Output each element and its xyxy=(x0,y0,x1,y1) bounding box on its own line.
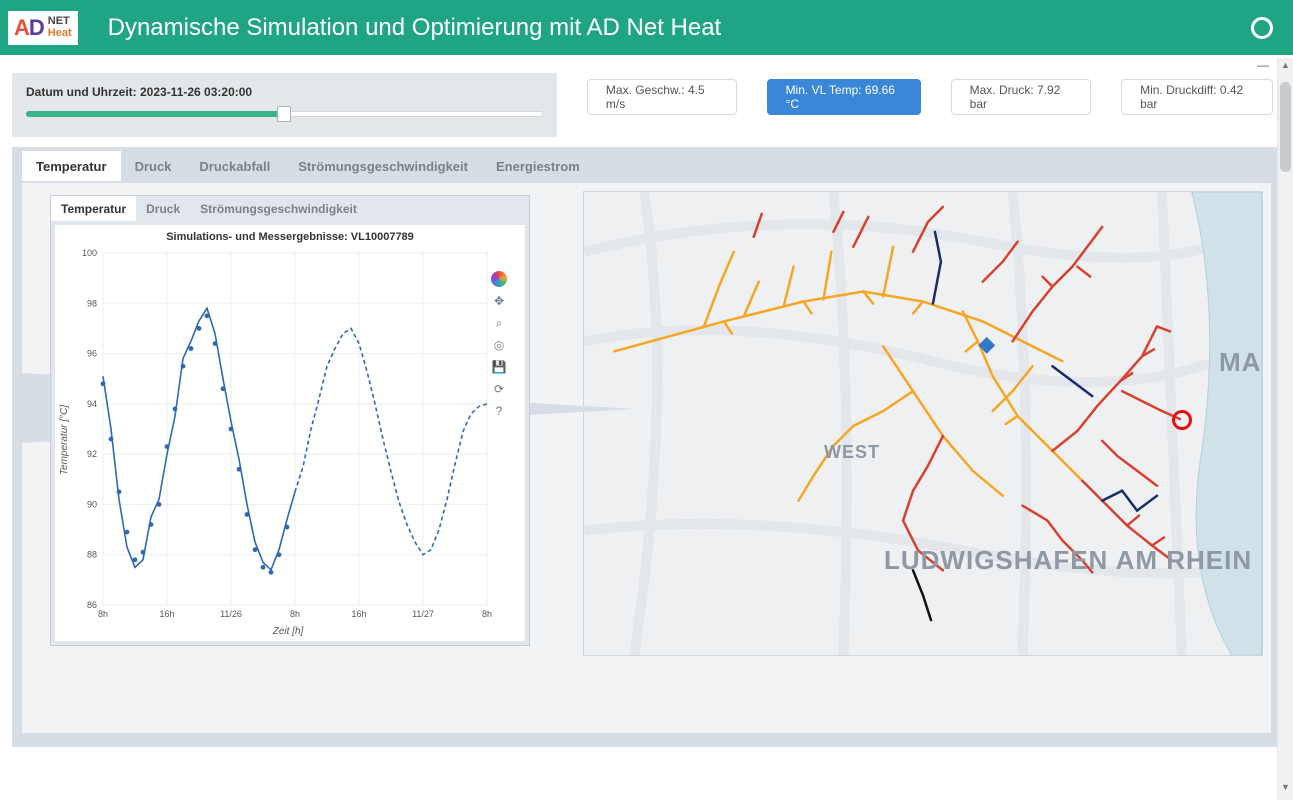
svg-text:98: 98 xyxy=(87,298,97,308)
svg-text:16h: 16h xyxy=(351,609,366,619)
bokeh-logo-icon[interactable] xyxy=(491,271,507,287)
chart-box: Simulations- und Messergebnisse: VL10007… xyxy=(55,225,525,641)
tab-druckabfall[interactable]: Druckabfall xyxy=(185,151,284,181)
svg-text:11/26: 11/26 xyxy=(220,609,242,619)
tab-stroemung[interactable]: Strömungsgeschwindigkeit xyxy=(284,151,482,181)
metric-max-speed[interactable]: Max. Geschw.: 4.5 m/s xyxy=(587,79,737,115)
time-label: Datum und Uhrzeit: 2023-11-26 03:20:00 xyxy=(26,85,543,99)
metric-min-vl-temp[interactable]: Min. VL Temp: 69.66 °C xyxy=(767,79,921,115)
logo-ad-icon: AD xyxy=(14,15,44,41)
scroll-up-icon[interactable]: ▲ xyxy=(1278,60,1293,76)
map-label-city: LUDWIGSHAFEN AM RHEIN xyxy=(884,547,1252,574)
svg-text:8h: 8h xyxy=(290,609,300,619)
pan-icon[interactable]: ✥ xyxy=(491,293,507,309)
svg-text:8h: 8h xyxy=(98,609,108,619)
map-label-west: WEST xyxy=(824,442,880,463)
chart-tab-stroemung[interactable]: Strömungsgeschwindigkeit xyxy=(190,196,367,221)
boxzoom-icon[interactable]: ⌕ xyxy=(491,315,507,331)
chart-panel: Temperatur Druck Strömungsgeschwindigkei… xyxy=(50,195,530,646)
slider-handle[interactable] xyxy=(277,106,291,122)
chart-tab-druck[interactable]: Druck xyxy=(136,196,190,221)
logo: AD NET Heat xyxy=(8,11,78,45)
network-map[interactable]: WEST LUDWIGSHAFEN AM RHEIN MA xyxy=(583,191,1263,656)
svg-text:16h: 16h xyxy=(159,609,174,619)
svg-text:100: 100 xyxy=(82,248,97,258)
logo-net: NET xyxy=(48,16,72,28)
scroll-down-icon[interactable]: ▼ xyxy=(1278,782,1293,798)
slider-fill xyxy=(26,111,284,117)
minimize-icon[interactable]: — xyxy=(1257,58,1269,72)
tab-temperatur[interactable]: Temperatur xyxy=(22,151,121,181)
wheelzoom-icon[interactable]: ◎ xyxy=(491,337,507,353)
tabs-outer: Temperatur Druck Druckabfall Strömungsge… xyxy=(22,147,1271,181)
tab-druck[interactable]: Druck xyxy=(121,151,186,181)
vertical-scrollbar[interactable]: ▲ ▼ xyxy=(1277,58,1293,800)
scrollbar-thumb[interactable] xyxy=(1280,82,1291,172)
svg-text:92: 92 xyxy=(87,449,97,459)
chart-title: Simulations- und Messergebnisse: VL10007… xyxy=(61,231,519,243)
help-icon[interactable]: ? xyxy=(491,403,507,419)
reset-icon[interactable]: ⟳ xyxy=(491,381,507,397)
metric-max-pressure[interactable]: Max. Druck: 7.92 bar xyxy=(951,79,1091,115)
svg-text:90: 90 xyxy=(87,499,97,509)
top-row: Datum und Uhrzeit: 2023-11-26 03:20:00 M… xyxy=(0,55,1293,147)
time-panel: Datum und Uhrzeit: 2023-11-26 03:20:00 xyxy=(12,73,557,137)
app-header: AD NET Heat Dynamische Simulation und Op… xyxy=(0,0,1293,55)
status-circle-icon xyxy=(1251,17,1273,39)
logo-net-heat: NET Heat xyxy=(48,16,72,39)
logo-heat: Heat xyxy=(48,28,72,40)
plot-toolbar: ✥ ⌕ ◎ 💾 ⟳ ? xyxy=(489,271,509,419)
main-panel: Temperatur Druck Druckabfall Strömungsge… xyxy=(12,147,1281,747)
tab-energiestrom[interactable]: Energiestrom xyxy=(482,151,594,181)
stage: WEST LUDWIGSHAFEN AM RHEIN MA Temperatur… xyxy=(22,183,1271,733)
chart-tab-temperatur[interactable]: Temperatur xyxy=(51,196,136,221)
tabs-inner: Temperatur Druck Strömungsgeschwindigkei… xyxy=(51,196,529,221)
svg-text:8h: 8h xyxy=(482,609,492,619)
svg-text:11/27: 11/27 xyxy=(412,609,434,619)
svg-text:86: 86 xyxy=(87,600,97,610)
time-slider[interactable] xyxy=(26,105,543,123)
map-label-ma: MA xyxy=(1219,347,1261,378)
page-title: Dynamische Simulation und Optimierung mi… xyxy=(108,14,722,42)
temperature-plot[interactable]: 868890929496981008h16h11/268h16h11/278h … xyxy=(61,245,515,635)
metric-min-pdiff[interactable]: Min. Druckdiff: 0.42 bar xyxy=(1121,79,1273,115)
selected-node-icon[interactable] xyxy=(1172,410,1192,430)
save-icon[interactable]: 💾 xyxy=(491,359,507,375)
svg-text:96: 96 xyxy=(87,349,97,359)
svg-text:88: 88 xyxy=(87,550,97,560)
svg-text:94: 94 xyxy=(87,399,97,409)
plot-ylabel: Temperatur [°C] xyxy=(59,405,70,475)
plot-xlabel: Zeit [h] xyxy=(273,626,304,637)
